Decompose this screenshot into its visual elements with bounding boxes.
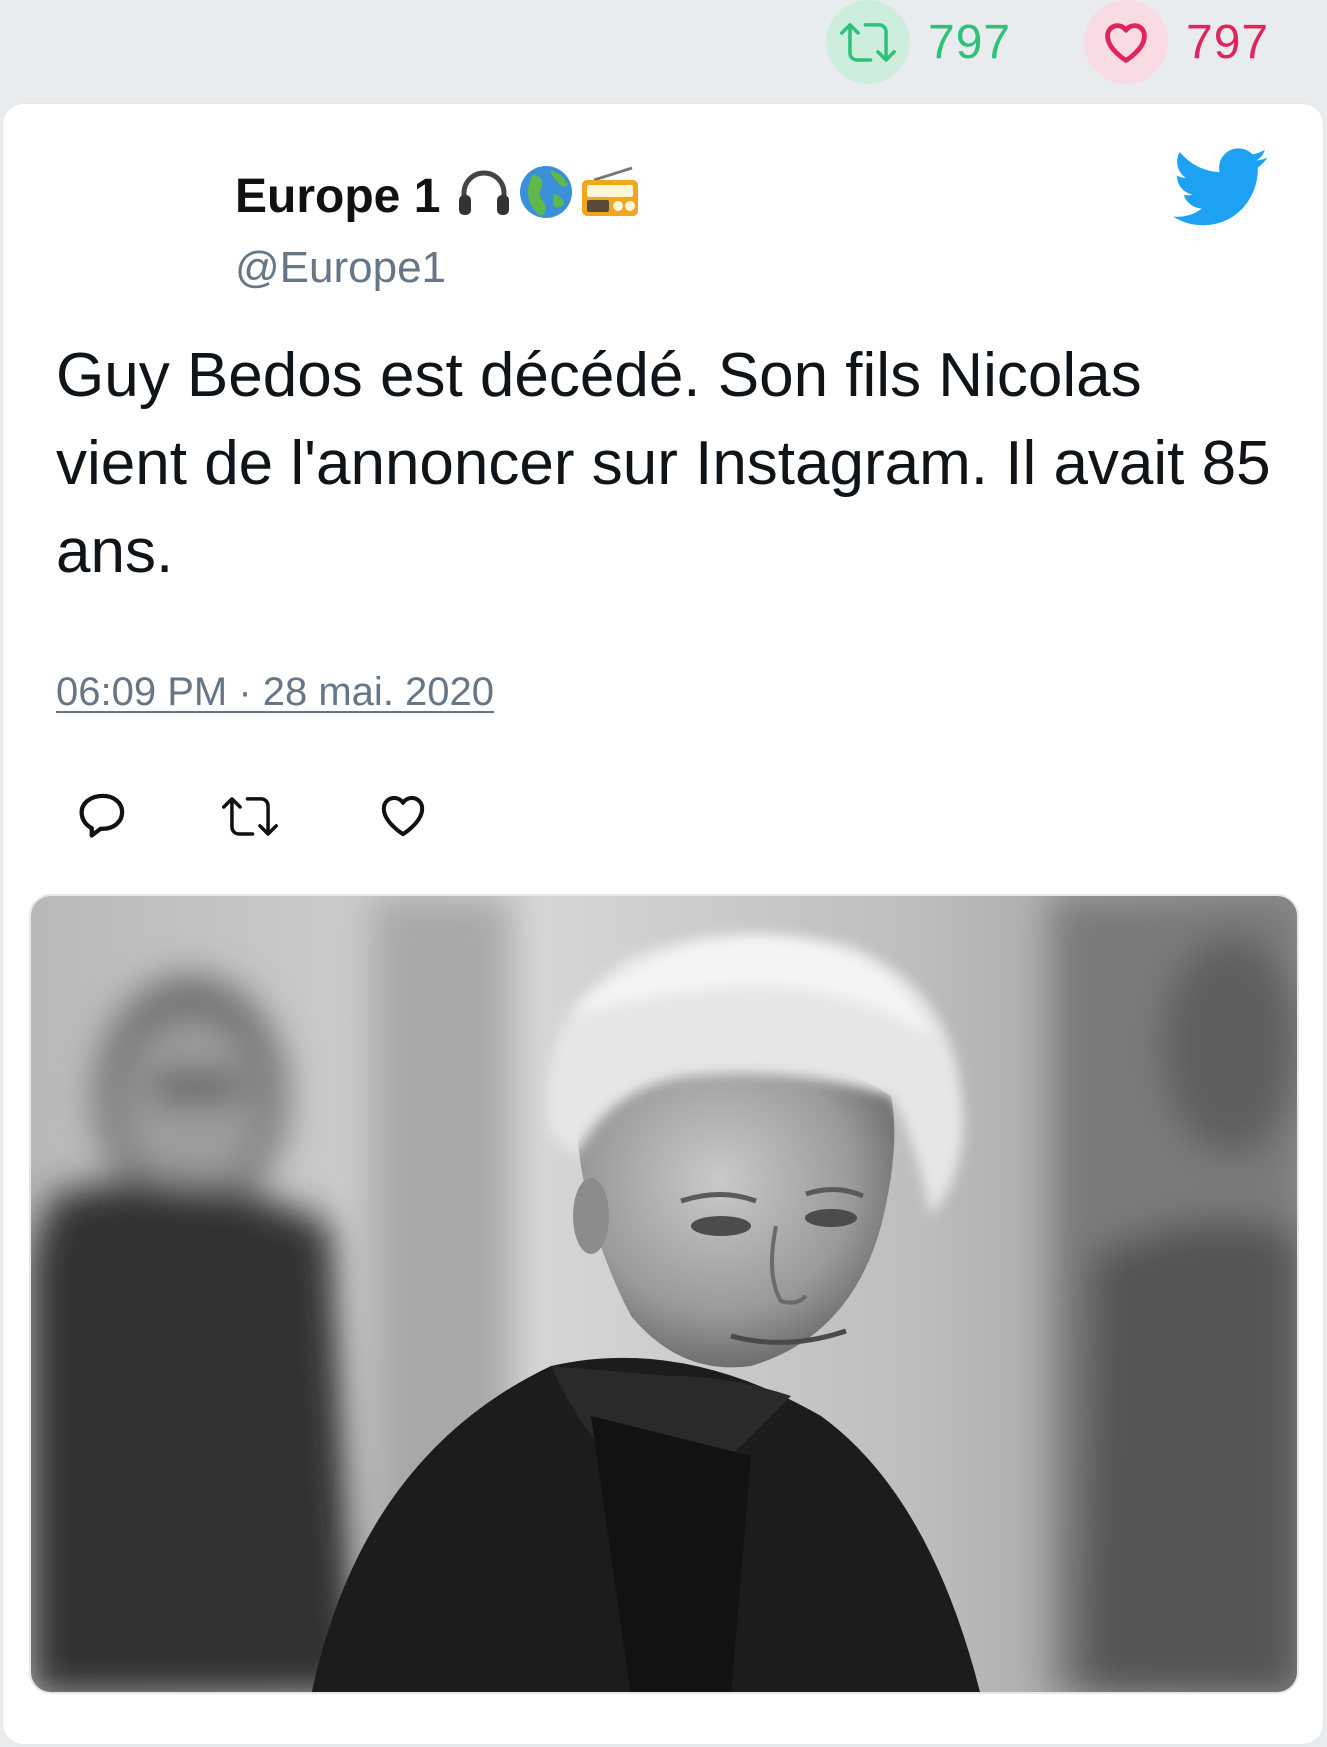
retweet-count-value: 797 <box>928 15 1012 69</box>
tweet-photo[interactable] <box>29 894 1299 1694</box>
tweet-text: Guy Bedos est décédé. Son fils Nicolas v… <box>56 341 1271 586</box>
tweet-card[interactable]: Europe 1 @Europe1 Guy Bedos est décédé. … <box>3 104 1323 1744</box>
twitter-bird-icon[interactable] <box>1173 148 1269 233</box>
tweet-timestamp[interactable]: 06:09 PM · 28 mai. 2020 <box>56 670 494 715</box>
like-action-icon[interactable] <box>376 788 430 847</box>
retweet-icon[interactable] <box>826 0 910 84</box>
headphones-emoji-icon <box>456 167 512 226</box>
retweet-count[interactable]: 797 <box>826 0 1011 84</box>
author-handle[interactable]: @Europe1 <box>235 243 646 293</box>
radio-emoji-icon <box>580 166 640 227</box>
author-name: Europe 1 <box>235 169 441 223</box>
like-count-value: 797 <box>1186 15 1270 69</box>
heart-icon[interactable] <box>1084 0 1168 84</box>
stats-bar: 797 797 <box>0 0 1327 100</box>
reply-icon[interactable] <box>76 788 130 847</box>
retweet-action-icon[interactable] <box>221 788 278 849</box>
author-name-row: Europe 1 <box>235 164 646 229</box>
globe-emoji-icon <box>518 164 574 229</box>
like-count[interactable]: 797 <box>1084 0 1269 84</box>
author-block[interactable]: Europe 1 @Europe1 <box>235 164 646 293</box>
